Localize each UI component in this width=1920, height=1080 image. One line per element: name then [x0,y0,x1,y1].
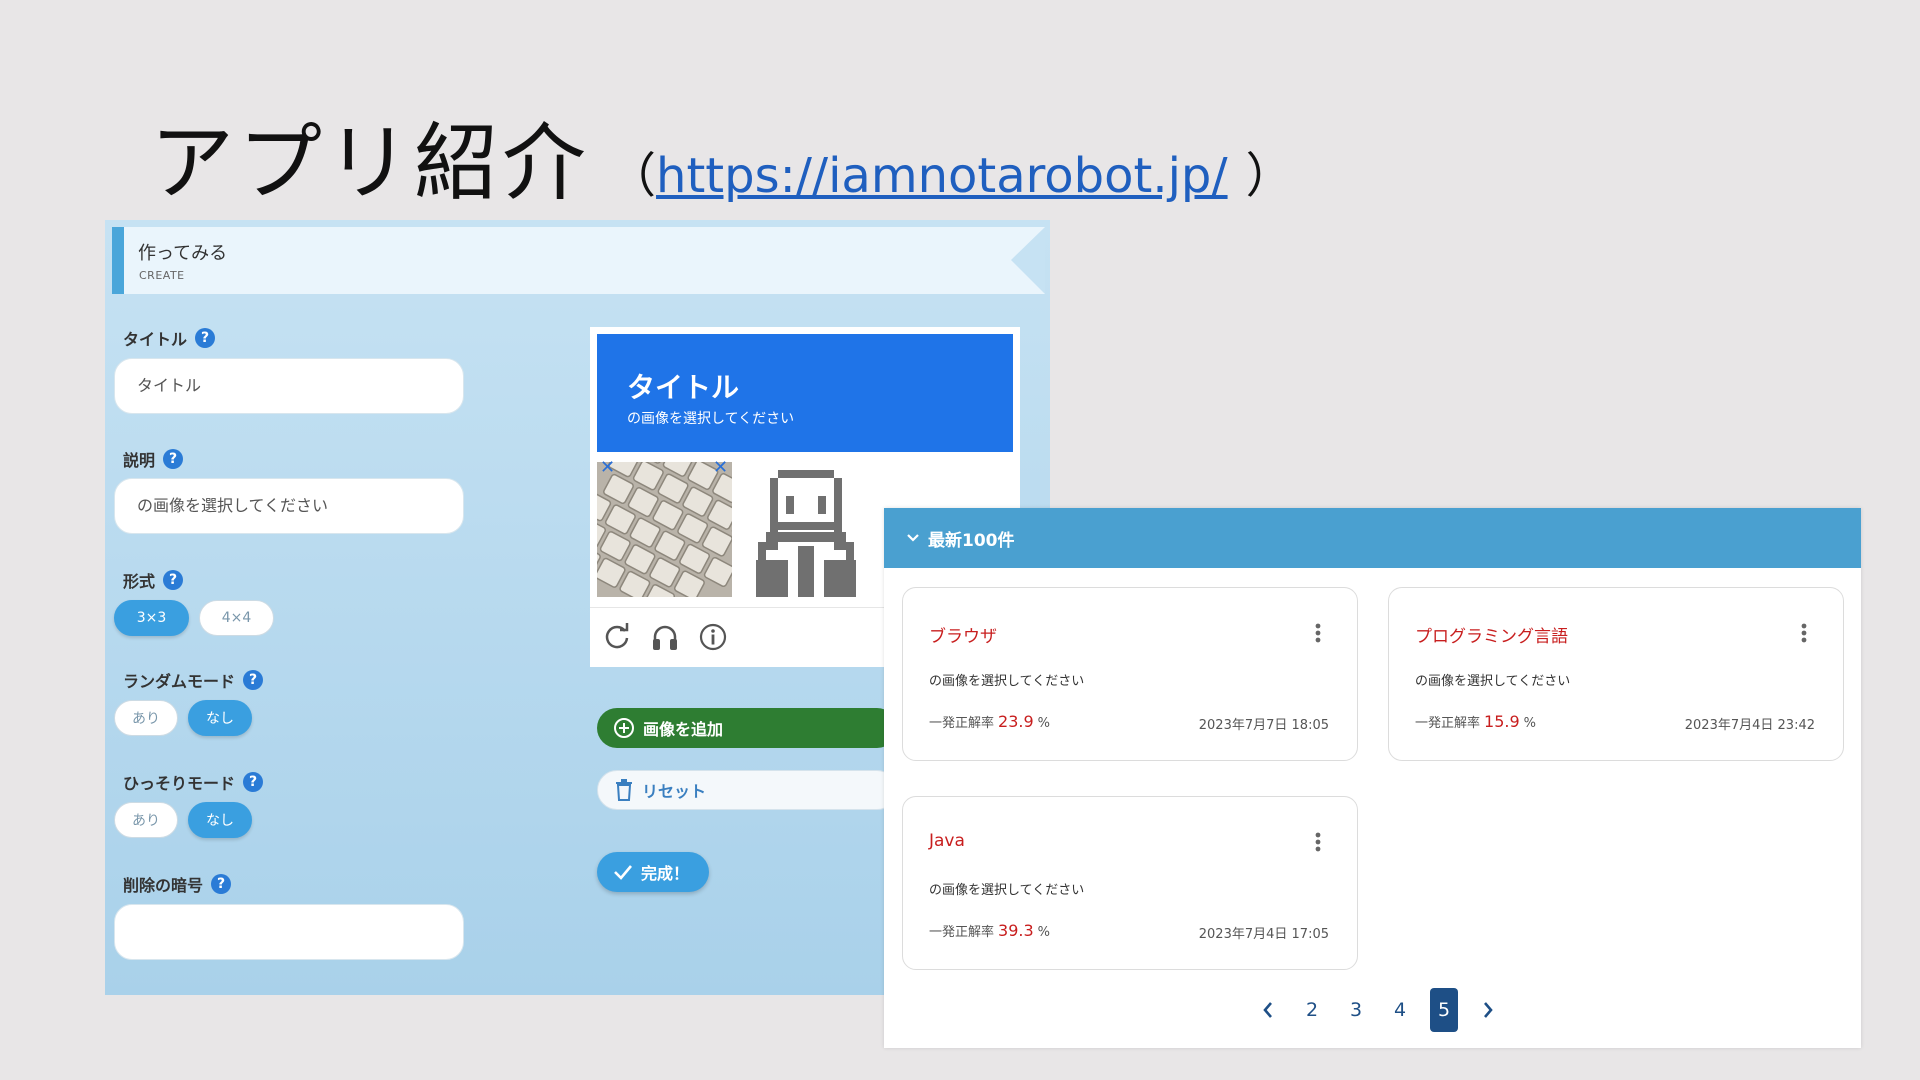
rate-value: 23.9 [998,712,1034,731]
ribbon-notch [1011,227,1045,294]
help-icon[interactable]: ? [163,449,184,469]
help-icon[interactable]: ? [243,772,264,792]
done-button[interactable]: 完成！ [597,852,709,892]
quiz-date: 2023年7月4日 17:05 [1198,927,1329,942]
page-button[interactable]: 2 [1290,988,1334,1032]
help-icon[interactable]: ? [195,328,216,348]
help-icon[interactable]: ? [163,570,184,590]
format-4x4-toggle[interactable]: 4×4 [199,600,274,636]
quiz-card[interactable]: Java の画像を選択してください 一発正解率 39.3 % 2023年7月4日… [902,796,1358,970]
paren-close: ） [1245,148,1294,204]
title-label: タイトル [123,330,188,349]
quiz-title: Java [929,831,965,851]
headphones-icon[interactable] [650,622,680,652]
quiz-description: の画像を選択してください [1415,674,1571,689]
random-label: ランダムモード [123,672,236,691]
more-options-icon[interactable] [1315,623,1321,643]
random-on-toggle[interactable]: あり [114,700,178,736]
recent-title: 最新100件 [928,530,1015,551]
quiz-date: 2023年7月7日 18:05 [1198,718,1329,733]
rate-unit: % [1037,925,1050,940]
pagination: 2 3 4 5 [1246,988,1510,1032]
site-link[interactable]: https://iamnotarobot.jp/ [656,148,1228,204]
quiz-title: プログラミング言語 [1415,627,1568,647]
help-icon[interactable]: ? [243,670,264,690]
create-title: 作ってみる [138,243,228,264]
title-field-label: タイトル ? [123,326,216,350]
rate-label: 一発正解率 [929,925,995,940]
add-image-label: 画像を追加 [643,720,724,739]
remove-image-icon[interactable]: ✕ [600,457,615,478]
trash-icon [616,779,632,801]
create-subtitle: CREATE [139,269,185,282]
page-button[interactable]: 4 [1378,988,1422,1032]
format-label: 形式 [123,572,156,591]
chevron-right-icon [1484,1002,1493,1018]
quiz-card[interactable]: プログラミング言語 の画像を選択してください 一発正解率 15.9 % 2023… [1388,587,1844,761]
slide-title: アプリ紹介 （ https://iamnotarobot.jp/ ） [150,96,1294,212]
quiz-title: ブラウザ [929,627,997,647]
password-label: 削除の暗号 [123,876,204,895]
description-input[interactable]: の画像を選択してください [114,478,464,534]
title-input[interactable]: タイトル [114,358,464,414]
prev-page-button[interactable] [1246,988,1290,1032]
check-icon [614,865,632,880]
desc-label: 説明 [123,451,156,470]
recent-header[interactable]: 最新100件 [884,508,1861,568]
format-3x3-toggle[interactable]: 3×3 [114,600,189,636]
robot-image[interactable] [736,462,871,597]
password-field-label: 削除の暗号 ? [123,872,232,896]
chevron-left-icon [1263,1002,1272,1018]
preview-banner: タイトル の画像を選択してください [597,334,1013,452]
rate-label: 一発正解率 [1415,716,1481,731]
current-page-button[interactable]: 5 [1430,988,1458,1032]
secret-off-toggle[interactable]: なし [188,802,252,838]
reset-button[interactable]: リセット [597,770,897,810]
rate-value: 39.3 [998,921,1034,940]
rate-unit: % [1523,716,1536,731]
preview-title: タイトル [627,371,740,404]
quiz-rate: 一発正解率 15.9 % [1415,712,1536,731]
format-field-label: 形式 ? [123,568,184,592]
quiz-rate: 一発正解率 39.3 % [929,921,1050,940]
quiz-description: の画像を選択してください [929,883,1085,898]
help-icon[interactable]: ? [211,874,232,894]
paren-open: （ [608,148,657,204]
refresh-icon[interactable] [602,622,632,652]
random-off-toggle[interactable]: なし [188,700,252,736]
done-label: 完成！ [641,864,690,883]
next-page-button[interactable] [1466,988,1510,1032]
add-image-button[interactable]: 画像を追加 [597,708,897,748]
recent-panel: 最新100件 ブラウザ の画像を選択してください 一発正解率 23.9 % 20… [884,508,1861,1048]
random-field-label: ランダムモード ? [123,668,264,692]
more-options-icon[interactable] [1315,832,1321,852]
delete-password-input[interactable] [114,904,464,960]
chevron-down-icon [907,534,919,542]
quiz-description: の画像を選択してください [929,674,1085,689]
secret-field-label: ひっそりモード ? [123,770,264,794]
quiz-date: 2023年7月4日 23:42 [1684,718,1815,733]
remove-image-icon[interactable]: ✕ [713,457,728,478]
create-header: 作ってみる CREATE [112,227,1045,294]
keyboard-image[interactable] [569,420,768,615]
reset-label: リセット [642,782,707,801]
rate-label: 一発正解率 [929,716,995,731]
secret-on-toggle[interactable]: あり [114,802,178,838]
rate-unit: % [1037,716,1050,731]
plus-circle-icon [614,718,634,738]
info-icon[interactable] [698,622,728,652]
desc-field-label: 説明 ? [123,447,184,471]
slide-heading: アプリ紹介 [150,114,591,212]
preview-subtitle: の画像を選択してください [627,411,795,427]
secret-label: ひっそりモード [123,774,236,793]
more-options-icon[interactable] [1801,623,1807,643]
quiz-rate: 一発正解率 23.9 % [929,712,1050,731]
rate-value: 15.9 [1484,712,1520,731]
page-button[interactable]: 3 [1334,988,1378,1032]
quiz-card[interactable]: ブラウザ の画像を選択してください 一発正解率 23.9 % 2023年7月7日… [902,587,1358,761]
